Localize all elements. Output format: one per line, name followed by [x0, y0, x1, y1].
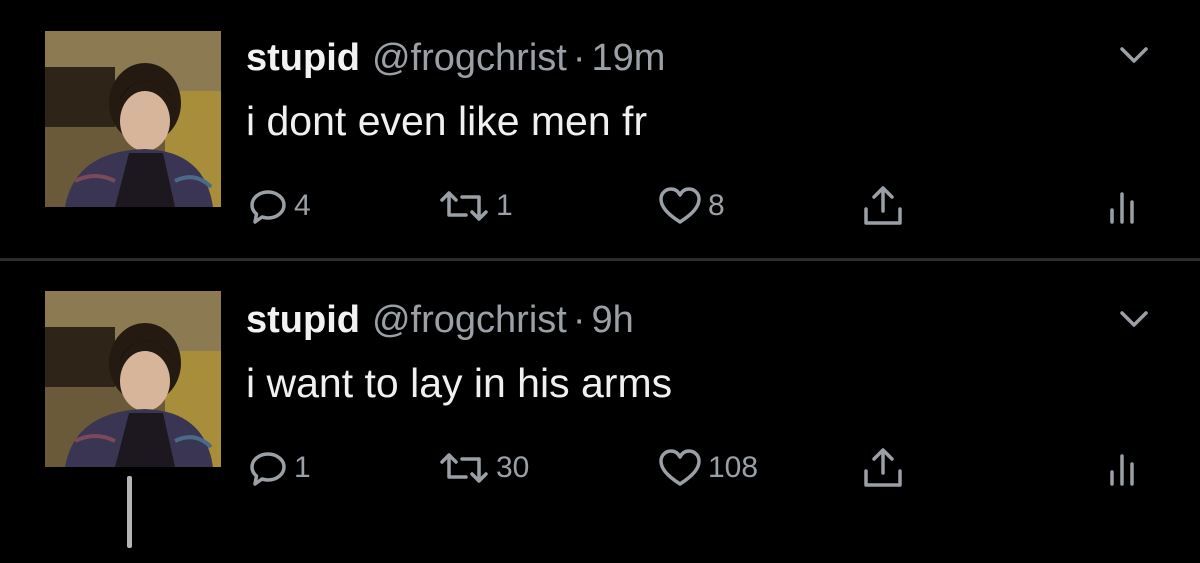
analytics-button[interactable] — [1104, 440, 1144, 496]
timestamp[interactable]: 19m — [591, 37, 665, 79]
like-count: 108 — [708, 451, 759, 484]
share-icon — [864, 448, 902, 487]
separator-dot: · — [572, 37, 586, 79]
chevron-down-icon — [1120, 47, 1148, 63]
display-name[interactable]: stupid — [246, 37, 360, 79]
thread-connector-line — [127, 476, 132, 548]
analytics-button[interactable] — [1104, 178, 1144, 234]
retweet-count: 30 — [496, 451, 530, 484]
reply-icon — [250, 190, 286, 224]
tweet-header: stupid @frogchrist · 9h — [246, 296, 634, 344]
share-button[interactable] — [860, 178, 906, 234]
tweet-divider — [0, 258, 1200, 261]
tweet-text: i want to lay in his arms — [246, 360, 673, 406]
heart-icon — [659, 187, 701, 224]
retweet-icon — [440, 453, 488, 483]
analytics-icon — [1110, 192, 1134, 224]
analytics-icon — [1110, 454, 1134, 486]
reply-count: 4 — [294, 189, 311, 222]
user-handle[interactable]: @frogchrist — [372, 37, 567, 79]
retweet-button[interactable]: 1 — [436, 178, 513, 234]
tweet[interactable]: stupid @frogchrist · 19m i dont even like m… — [0, 0, 1200, 258]
reply-icon — [250, 452, 286, 486]
retweet-icon — [440, 191, 488, 221]
avatar-photo — [45, 31, 221, 207]
tweet-menu-button[interactable] — [1114, 40, 1154, 70]
reply-count: 1 — [294, 451, 311, 484]
tweet-text: i dont even like men fr — [246, 98, 648, 144]
share-icon — [864, 186, 902, 225]
reply-button[interactable]: 1 — [246, 440, 311, 496]
display-name[interactable]: stupid — [246, 299, 360, 341]
chevron-down-icon — [1120, 311, 1148, 327]
retweet-count: 1 — [496, 189, 513, 222]
avatar[interactable] — [45, 31, 221, 207]
share-button[interactable] — [860, 440, 906, 496]
tweet-actions: 1 30 108 — [246, 440, 1166, 496]
heart-icon — [659, 449, 701, 486]
user-handle[interactable]: @frogchrist — [372, 299, 567, 341]
tweet-header: stupid @frogchrist · 19m — [246, 34, 665, 82]
like-button[interactable]: 108 — [656, 440, 758, 496]
like-button[interactable]: 8 — [656, 178, 725, 234]
separator-dot: · — [572, 299, 586, 341]
tweet-actions: 4 1 8 — [246, 178, 1166, 234]
tweet[interactable]: stupid @frogchrist · 9h i want to lay in hi… — [0, 262, 1200, 563]
avatar-photo — [45, 291, 221, 467]
avatar[interactable] — [45, 291, 221, 467]
like-count: 8 — [708, 189, 725, 222]
tweet-menu-button[interactable] — [1114, 304, 1154, 334]
reply-button[interactable]: 4 — [246, 178, 311, 234]
retweet-button[interactable]: 30 — [436, 440, 529, 496]
timestamp[interactable]: 9h — [591, 299, 633, 341]
